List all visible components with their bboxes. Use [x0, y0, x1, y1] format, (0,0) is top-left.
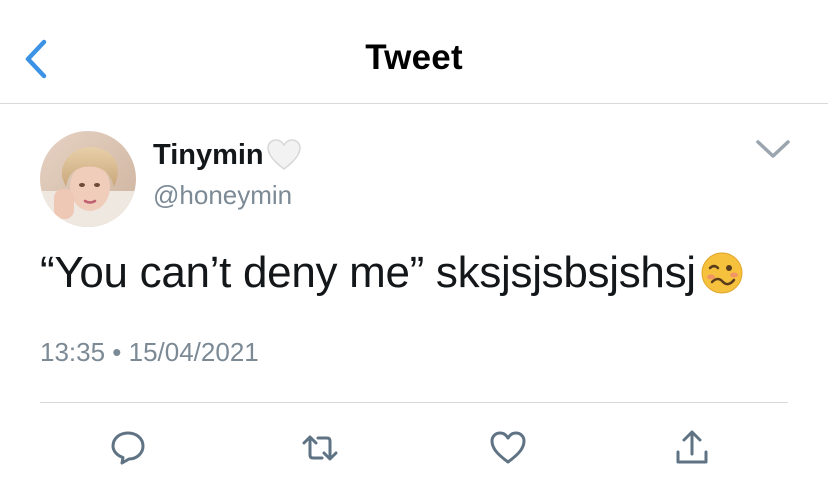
author-name-row[interactable]: Tinymin	[153, 137, 302, 173]
divider	[40, 402, 788, 403]
avatar[interactable]	[40, 131, 136, 227]
share-button[interactable]	[672, 428, 712, 468]
woozy-face-emoji	[700, 251, 744, 295]
navigation-bar: Tweet	[0, 0, 828, 104]
share-icon	[676, 430, 708, 464]
tweet-timestamp[interactable]: 13:35 • 15/04/2021	[40, 337, 259, 368]
display-name: Tinymin	[153, 138, 264, 171]
profile-photo	[40, 131, 136, 227]
retweet-icon	[302, 435, 338, 461]
reply-icon	[111, 431, 145, 465]
like-button[interactable]	[488, 428, 528, 468]
retweet-button[interactable]	[300, 428, 340, 468]
white-heart-emoji	[266, 138, 302, 172]
chevron-down-icon	[756, 140, 790, 158]
tweet-body: “You can’t deny me” sksjsjsbsjshsj	[40, 248, 696, 297]
author-handle[interactable]: @honeymin	[153, 180, 292, 211]
tweet-text: “You can’t deny me” sksjsjsbsjshsj	[40, 248, 744, 298]
reply-button[interactable]	[108, 428, 148, 468]
more-options-button[interactable]	[754, 136, 792, 162]
page-title: Tweet	[365, 38, 463, 77]
like-icon	[490, 431, 526, 464]
